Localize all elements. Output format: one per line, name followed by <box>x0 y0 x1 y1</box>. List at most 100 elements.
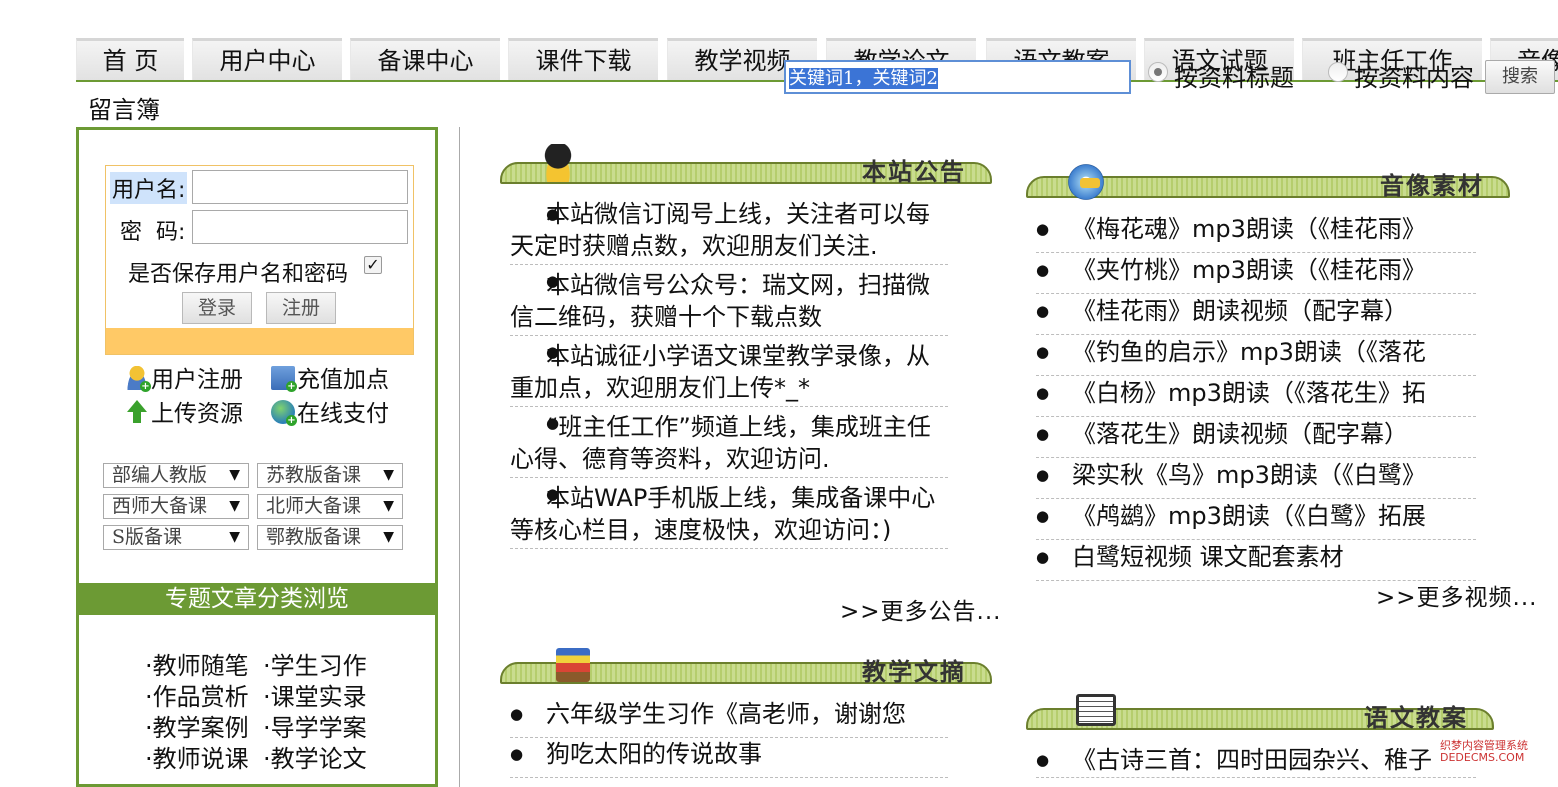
list-item[interactable]: 本站微信号公众号：瑞文网，扫描微信二维码，获赠十个下载点数 <box>510 265 948 336</box>
register-button[interactable]: 注册 <box>266 292 336 324</box>
dropdown-xishida-value: 西师大备课 <box>112 495 208 517</box>
watermark: 织梦内容管理系统 DEDECMS.COM <box>1440 740 1528 764</box>
quick-link-register-label: 用户注册 <box>151 367 243 393</box>
dropdown-ejiao-value: 鄂教版备课 <box>266 526 362 548</box>
globe-pay-icon: + <box>271 400 297 426</box>
dropdown-ejiao[interactable]: 鄂教版备课 ▼ <box>257 525 403 550</box>
dropdown-xishida[interactable]: 西师大备课 ▼ <box>103 494 249 519</box>
chevron-down-icon: ▼ <box>383 498 394 514</box>
username-field[interactable] <box>192 170 408 204</box>
search-by-title-radio[interactable] <box>1148 62 1168 82</box>
open-book-icon <box>1076 694 1116 726</box>
lesson-plans-title: 语文教案 <box>1364 703 1468 732</box>
quick-link-recharge-label: 充值加点 <box>297 367 389 393</box>
digest-header: 教学文摘 <box>500 648 992 686</box>
chevron-down-icon: ▼ <box>229 529 240 545</box>
category-link[interactable]: ·学生习作 <box>263 646 367 681</box>
dropdown-sujiao-value: 苏教版备课 <box>266 464 362 486</box>
announcements-list: 本站微信订阅号上线，关注者可以每天定时获赠点数，欢迎朋友们关注. 本站微信号公众… <box>510 198 948 549</box>
category-link[interactable]: ·课堂实录 <box>263 677 367 712</box>
remember-checkbox[interactable]: ✓ <box>364 256 382 274</box>
search-by-content-label[interactable]: 按资料内容 <box>1354 58 1474 93</box>
quick-link-pay-label: 在线支付 <box>297 401 389 427</box>
list-item[interactable]: 狗吃太阳的传说故事 <box>510 738 948 778</box>
media-list: 《梅花魂》mp3朗读（《桂花雨》 《夹竹桃》mp3朗读（《桂花雨》 《桂花雨》朗… <box>1036 212 1476 581</box>
list-item[interactable]: 《桂花雨》朗读视频（配字幕） <box>1036 294 1476 335</box>
nav-tab-courseware[interactable]: 课件下载 <box>508 38 658 80</box>
column-divider <box>459 127 460 787</box>
list-item[interactable]: 《古诗三首：四时田园杂兴、稚子 <box>1036 744 1476 778</box>
quick-link-upload[interactable]: 上传资源 <box>125 394 243 428</box>
digest-title: 教学文摘 <box>862 657 966 686</box>
quick-link-register[interactable]: + 用户注册 <box>125 360 243 394</box>
books-icon <box>556 648 590 682</box>
list-item[interactable]: 《梅花魂》mp3朗读（《桂花雨》 <box>1036 212 1476 253</box>
search-button[interactable]: 搜索 <box>1485 60 1555 94</box>
dropdown-s-edition[interactable]: S版备课 ▼ <box>103 525 249 550</box>
list-item[interactable]: 《鸬鹚》mp3朗读（《白鹭》拓展 <box>1036 499 1476 540</box>
nav-tab-user-center[interactable]: 用户中心 <box>192 38 342 80</box>
quick-link-pay[interactable]: + 在线支付 <box>271 394 389 428</box>
login-button[interactable]: 登录 <box>182 292 252 324</box>
penguin-icon <box>540 144 576 182</box>
disc-icon <box>1066 162 1106 202</box>
dropdown-beishida-value: 北师大备课 <box>266 495 362 517</box>
remember-label: 是否保存用户名和密码 <box>128 262 349 287</box>
card-add-icon: + <box>271 366 297 392</box>
more-videos-link[interactable]: >>更多视频... <box>1376 578 1537 612</box>
announcements-header: 本站公告 <box>500 144 992 186</box>
dropdown-sujiao[interactable]: 苏教版备课 ▼ <box>257 463 403 488</box>
user-add-icon: + <box>125 366 151 392</box>
media-title: 音像素材 <box>1380 171 1484 200</box>
search-by-content-radio[interactable] <box>1328 62 1348 82</box>
list-item[interactable]: 《夹竹桃》mp3朗读（《桂花雨》 <box>1036 253 1476 294</box>
nav-tab-home[interactable]: 首 页 <box>76 38 184 80</box>
dropdown-bubian-value: 部编人教版 <box>112 464 208 486</box>
lesson-plans-header: 语文教案 <box>1026 694 1494 732</box>
password-field[interactable] <box>192 210 408 244</box>
left-sidebar: 用户名: 密 码: 是否保存用户名和密码 ✓ 登录 注册 + 用户注册 + 充值加点… <box>76 127 438 787</box>
list-item[interactable]: 白鹭短视频 课文配套素材 <box>1036 540 1476 581</box>
dropdown-s-edition-value: S版备课 <box>112 526 183 548</box>
more-announcements-link[interactable]: >>更多公告... <box>840 592 1001 626</box>
list-item[interactable]: 《落花生》朗读视频（配字幕） <box>1036 417 1476 458</box>
list-item[interactable]: 《白杨》mp3朗读（《落花生》拓 <box>1036 376 1476 417</box>
category-link[interactable]: ·教师说课 <box>145 739 249 774</box>
quick-link-upload-label: 上传资源 <box>151 401 243 427</box>
dropdown-bubian[interactable]: 部编人教版 ▼ <box>103 463 249 488</box>
category-link[interactable]: ·教师随笔 <box>145 646 249 681</box>
password-label: 密 码: <box>120 220 186 245</box>
digest-list: 六年级学生习作《高老师，谢谢您 狗吃太阳的传说故事 <box>510 698 948 778</box>
list-item[interactable]: 六年级学生习作《高老师，谢谢您 <box>510 698 948 738</box>
chevron-down-icon: ▼ <box>229 467 240 483</box>
login-box-footer <box>106 328 413 354</box>
chevron-down-icon: ▼ <box>229 498 240 514</box>
list-item[interactable]: “班主任工作”频道上线，集成班主任心得、德育等资料，欢迎访问. <box>510 407 948 478</box>
nav-guestbook[interactable]: 留言簿 <box>88 90 160 125</box>
search-input-value: 关键词1，关键词2 <box>789 68 938 89</box>
category-link[interactable]: ·导学学案 <box>263 708 367 743</box>
category-link[interactable]: ·作品赏析 <box>145 677 249 712</box>
search-input[interactable]: 关键词1，关键词2 <box>784 60 1131 94</box>
chevron-down-icon: ▼ <box>383 529 394 545</box>
search-by-title-label[interactable]: 按资料标题 <box>1174 58 1294 93</box>
category-link[interactable]: ·教学案例 <box>145 708 249 743</box>
list-item[interactable]: 本站WAP手机版上线，集成备课中心等核心栏目，速度极快，欢迎访问：) <box>510 478 948 549</box>
media-header: 音像素材 <box>1026 162 1510 202</box>
username-label: 用户名: <box>110 172 188 204</box>
chevron-down-icon: ▼ <box>383 467 394 483</box>
category-title: 专题文章分类浏览 <box>79 583 435 615</box>
list-item[interactable]: 本站诚征小学语文课堂教学录像，从重加点，欢迎朋友们上传*_* <box>510 336 948 407</box>
upload-arrow-icon <box>125 400 149 424</box>
login-box: 用户名: 密 码: 是否保存用户名和密码 ✓ 登录 注册 <box>105 165 414 355</box>
announcements-title: 本站公告 <box>862 157 966 186</box>
list-item[interactable]: 梁实秋《鸟》mp3朗读（《白鹭》 <box>1036 458 1476 499</box>
list-item[interactable]: 本站微信订阅号上线，关注者可以每天定时获赠点数，欢迎朋友们关注. <box>510 198 948 265</box>
lesson-plans-list: 《古诗三首：四时田园杂兴、稚子 <box>1036 744 1476 778</box>
category-link[interactable]: ·教学论文 <box>263 739 367 774</box>
watermark-line: DEDECMS.COM <box>1440 751 1525 764</box>
nav-tab-lesson-prep[interactable]: 备课中心 <box>350 38 500 80</box>
quick-link-recharge[interactable]: + 充值加点 <box>271 360 389 394</box>
list-item[interactable]: 《钓鱼的启示》mp3朗读（《落花 <box>1036 335 1476 376</box>
dropdown-beishida[interactable]: 北师大备课 ▼ <box>257 494 403 519</box>
